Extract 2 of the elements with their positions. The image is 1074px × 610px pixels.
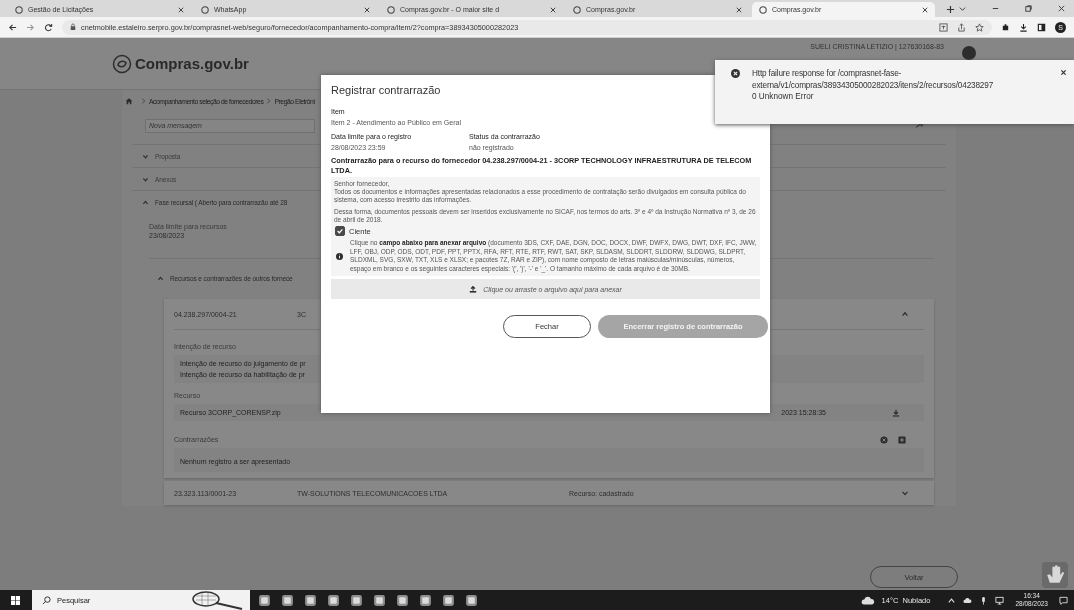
error-detail: 0 Unknown Error (752, 91, 814, 103)
error-message: Http failure response for /comprasnet-fase-externa/v1/compras/38934305000282023/itens/2/recursos/04238297 (752, 68, 995, 91)
